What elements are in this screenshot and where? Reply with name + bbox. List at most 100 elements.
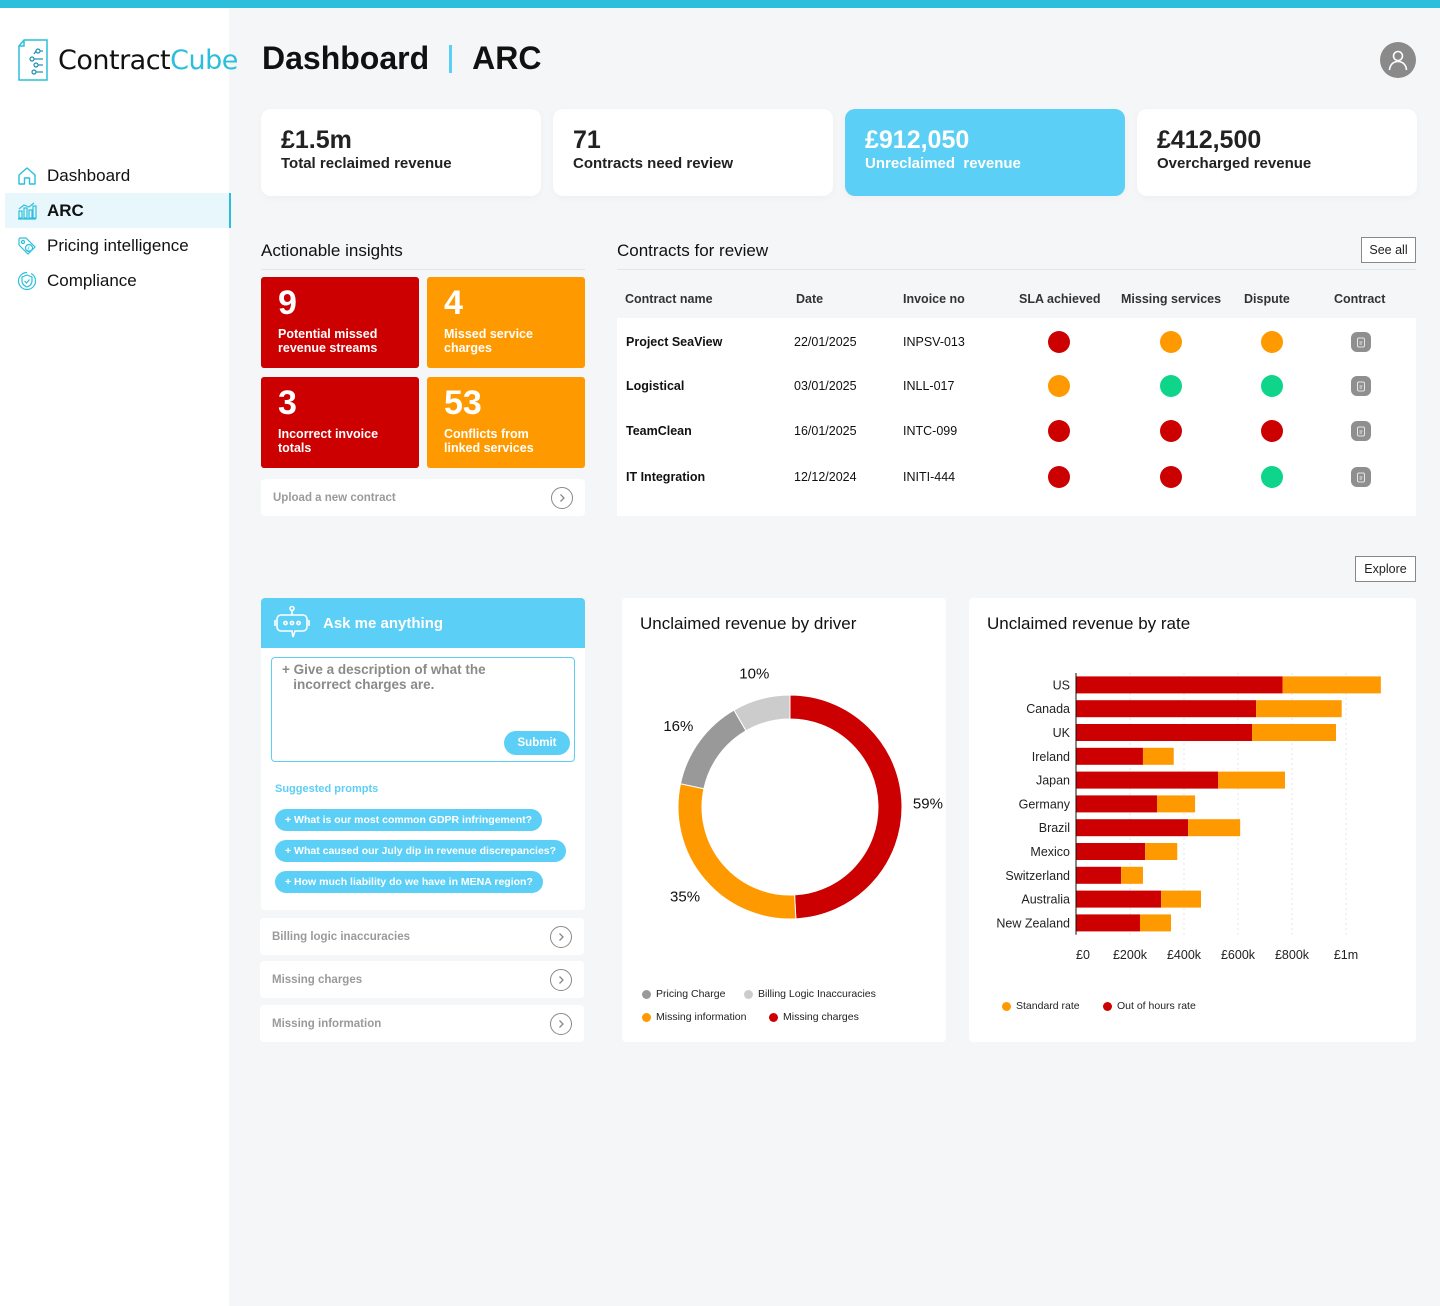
missing-information-link[interactable]: Missing information <box>260 1005 584 1042</box>
insight-count: 4 <box>444 284 463 322</box>
bar-uk-standard-rate[interactable] <box>1252 724 1337 741</box>
clipboard-icon[interactable] <box>1351 421 1371 441</box>
explore-button[interactable]: Explore <box>1355 556 1416 582</box>
table-row[interactable]: Project SeaView 22/01/2025 INPSV-013 <box>617 320 1416 364</box>
x-tick-label: £600k <box>1221 948 1256 962</box>
suggested-prompt[interactable]: + What caused our July dip in revenue di… <box>275 840 567 862</box>
insights-divider <box>261 269 585 270</box>
contract-name[interactable]: Logistical <box>626 379 684 393</box>
chat-header: Ask me anything <box>261 598 585 648</box>
suggested-prompt[interactable]: + How much liability do we have in MENA … <box>275 871 543 893</box>
kpi-total-reclaimed-revenue[interactable]: £1.5m Total reclaimed revenue <box>261 109 541 196</box>
bar-ireland-out-of-hours-rate[interactable] <box>1076 747 1143 765</box>
sidebar-item-arc[interactable]: ARC <box>5 193 231 228</box>
sla-status-dot <box>1048 466 1070 488</box>
category-label: Mexico <box>1030 845 1070 859</box>
contract-invoice: INLL-017 <box>903 379 955 393</box>
contracts-title: Contracts for review <box>617 241 769 260</box>
submit-button[interactable]: Submit <box>504 731 570 755</box>
kpi-label: Contracts need review <box>573 155 734 172</box>
suggested-prompt[interactable]: + What is our most common GDPR infringem… <box>275 809 543 831</box>
link-label: Billing logic inaccuracies <box>272 930 411 943</box>
bar-mexico-out-of-hours-rate[interactable] <box>1076 843 1146 860</box>
sidebar-item-label: Pricing intelligence <box>47 235 189 255</box>
bar-brazil-standard-rate[interactable] <box>1188 819 1241 837</box>
column-header-invoice-no[interactable]: Invoice no <box>903 292 965 306</box>
donut-slice-missing-charges[interactable] <box>789 694 903 920</box>
column-header-dispute[interactable]: Dispute <box>1244 292 1290 306</box>
sidebar-item-pricing-intelligence[interactable]: £ Pricing intelligence <box>0 228 231 263</box>
contract-name[interactable]: Project SeaView <box>626 335 722 349</box>
column-header-contract[interactable]: Contract <box>1334 292 1385 306</box>
chat-input[interactable] <box>282 662 562 722</box>
column-header-date[interactable]: Date <box>796 292 823 306</box>
bar-germany-standard-rate[interactable] <box>1157 795 1196 813</box>
clipboard-icon[interactable] <box>1351 332 1371 352</box>
table-row[interactable]: IT Integration 12/12/2024 INITI-444 <box>617 455 1416 499</box>
sla-status-dot <box>1048 375 1070 397</box>
column-header-contract-name[interactable]: Contract name <box>625 292 713 306</box>
insight-tile-incorrect-invoice-totals[interactable]: 3 Incorrect invoice totals <box>261 377 419 468</box>
page-title-main: Dashboard <box>262 40 430 76</box>
see-all-button[interactable]: See all <box>1361 237 1416 263</box>
insight-tile-missed-service-charges[interactable]: 4 Missed service charges <box>427 277 585 368</box>
kpi-value: £412,500 <box>1157 126 1262 154</box>
bar-brazil-out-of-hours-rate[interactable] <box>1076 819 1189 837</box>
upload-contract-link[interactable]: Upload a new contract <box>261 479 585 516</box>
bar-us-out-of-hours-rate[interactable] <box>1076 676 1283 694</box>
sidebar-item-label: ARC <box>47 200 84 220</box>
sidebar-item-label: Dashboard <box>47 165 131 185</box>
clipboard-icon[interactable] <box>1351 376 1371 396</box>
billing-logic-inaccuracies-link[interactable]: Billing logic inaccuracies <box>260 918 584 955</box>
bar-switzerland-standard-rate[interactable] <box>1121 866 1143 884</box>
missing-charges-link[interactable]: Missing charges <box>260 961 584 998</box>
dispute-status-dot <box>1261 466 1283 488</box>
logo[interactable]: ContractCube <box>16 38 238 82</box>
stacked-bar-chart: US Canada UK Ireland Japan Germany Brazil Mexic… <box>996 673 1381 962</box>
contract-name[interactable]: TeamClean <box>626 424 692 438</box>
x-tick-label: £200k <box>1113 948 1148 962</box>
bar-australia-standard-rate[interactable] <box>1161 890 1202 908</box>
suggested-prompts-title: Suggested prompts <box>275 783 379 795</box>
bar-ireland-standard-rate[interactable] <box>1142 747 1174 765</box>
bar-uk-out-of-hours-rate[interactable] <box>1076 724 1253 741</box>
table-row[interactable]: Logistical 03/01/2025 INLL-017 <box>617 364 1416 408</box>
kpi-overcharged-revenue[interactable]: £412,500 Overcharged revenue <box>1137 109 1417 196</box>
kpi-value: £1.5m <box>281 126 352 154</box>
clipboard-icon[interactable] <box>1351 467 1371 487</box>
donut-slice-billing-logic-inaccuracies[interactable] <box>733 694 791 732</box>
x-tick-label: £1m <box>1334 948 1358 962</box>
bar-australia-out-of-hours-rate[interactable] <box>1076 890 1162 908</box>
bar-japan-out-of-hours-rate[interactable] <box>1076 771 1219 789</box>
top-accent-bar <box>0 0 1440 8</box>
category-label: Switzerland <box>1005 869 1070 883</box>
bar-new-zealand-standard-rate[interactable] <box>1139 914 1172 932</box>
contract-name[interactable]: IT Integration <box>626 470 705 484</box>
bar-new-zealand-out-of-hours-rate[interactable] <box>1076 914 1140 932</box>
legend-item: Out of hours rate <box>1103 1000 1196 1012</box>
bar-switzerland-out-of-hours-rate[interactable] <box>1076 866 1122 884</box>
link-label: Missing information <box>272 1017 382 1030</box>
category-label: Germany <box>1019 797 1071 811</box>
sidebar-item-label: Compliance <box>47 270 137 290</box>
column-header-sla-achieved[interactable]: SLA achieved <box>1019 292 1101 306</box>
bar-mexico-standard-rate[interactable] <box>1145 843 1178 860</box>
bar-canada-out-of-hours-rate[interactable] <box>1076 700 1257 718</box>
table-row[interactable]: TeamClean 16/01/2025 INTC-099 <box>617 409 1416 453</box>
driver-chart-card: Unclaimed revenue by driver 59% 35% 16% 10%… <box>622 598 946 1042</box>
kpi-contracts-need-review[interactable]: 71 Contracts need review <box>553 109 833 196</box>
slice-percentage-label: 35% <box>670 889 700 906</box>
insight-tile-missed-revenue-streams[interactable]: 9 Potential missed revenue streams <box>261 277 419 368</box>
ask-me-anything-panel: Ask me anything Submit Suggested prompts… <box>261 598 585 910</box>
sidebar-item-dashboard[interactable]: Dashboard <box>0 158 231 193</box>
bar-germany-out-of-hours-rate[interactable] <box>1076 795 1157 813</box>
bar-us-standard-rate[interactable] <box>1282 676 1381 694</box>
avatar[interactable] <box>1380 42 1416 78</box>
column-header-missing-services[interactable]: Missing services <box>1121 292 1221 306</box>
kpi-label: Overcharged revenue <box>1157 155 1312 172</box>
sidebar-item-compliance[interactable]: Compliance <box>0 263 231 298</box>
insight-tile-linked-service-conflicts[interactable]: 53 Conflicts from linked services <box>427 377 585 468</box>
bar-japan-standard-rate[interactable] <box>1218 771 1285 789</box>
kpi-unreclaimed-revenue[interactable]: £912,050 Unreclaimed revenue <box>845 109 1125 196</box>
bar-canada-standard-rate[interactable] <box>1256 700 1342 718</box>
